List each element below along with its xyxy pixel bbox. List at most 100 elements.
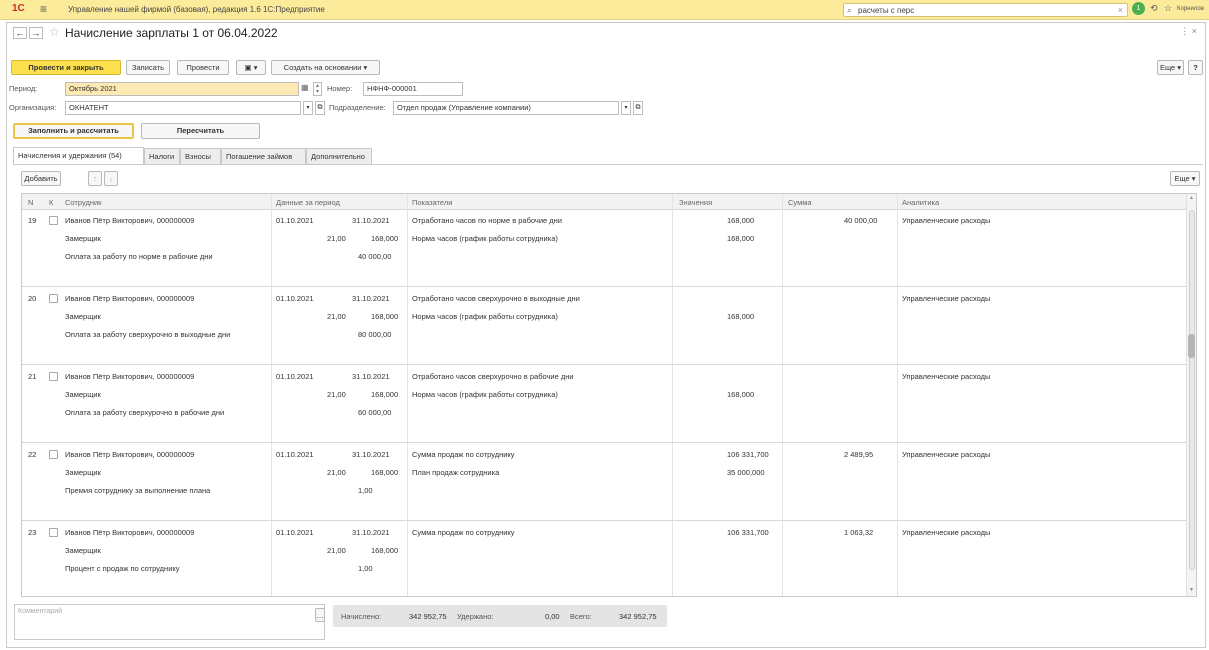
row-accrual-type[interactable]: Оплата за работу по норме в рабочие дни: [65, 252, 213, 261]
add-row-button[interactable]: Добавить: [21, 171, 61, 186]
department-dropdown-icon[interactable]: ▾: [621, 101, 631, 115]
recalculate-button[interactable]: Пересчитать: [141, 123, 260, 139]
row-result[interactable]: 80 000,00: [358, 330, 391, 339]
more-button[interactable]: Еще ▾: [1157, 60, 1184, 75]
tab-accruals[interactable]: Начисления и удержания (54): [13, 147, 144, 164]
header-period-data[interactable]: Данные за период: [276, 198, 340, 207]
table-row[interactable]: 20 Иванов Пётр Викторович, 000000009 Замер…: [22, 288, 1196, 365]
row-result[interactable]: 1,00: [358, 486, 373, 495]
row-date-from[interactable]: 01.10.2021: [276, 372, 314, 381]
table-row[interactable]: 21 Иванов Пётр Викторович, 000000009 Замер…: [22, 366, 1196, 443]
scroll-down-icon[interactable]: ▼: [1189, 587, 1194, 593]
window-controls-icon[interactable]: ⋮ ×: [1180, 26, 1197, 37]
row-checkbox[interactable]: [49, 294, 58, 303]
scrollbar-position[interactable]: [1188, 334, 1195, 358]
row-date-from[interactable]: 01.10.2021: [276, 294, 314, 303]
row-analytics[interactable]: Управленческие расходы: [902, 372, 990, 381]
back-button[interactable]: ←: [13, 27, 27, 39]
clear-search-icon[interactable]: ×: [1118, 5, 1123, 15]
row-accrual-type[interactable]: Оплата за работу сверхурочно в рабочие д…: [65, 408, 224, 417]
header-analytics[interactable]: Аналитика: [902, 198, 939, 207]
table-more-button[interactable]: Еще ▾: [1170, 171, 1200, 186]
create-based-on-button[interactable]: Создать на основании ▾: [271, 60, 380, 75]
row-checkbox[interactable]: [49, 528, 58, 537]
help-button[interactable]: ?: [1188, 60, 1203, 75]
favorite-star-icon[interactable]: ☆: [49, 25, 60, 39]
main-menu-icon[interactable]: ≡: [40, 2, 47, 16]
comment-expand-button[interactable]: …: [315, 608, 325, 622]
period-field[interactable]: Октябрь 2021: [65, 82, 299, 96]
row-value-1[interactable]: 106 331,700: [727, 450, 769, 459]
user-name[interactable]: Корнилов: [1177, 6, 1204, 12]
period-stepper[interactable]: ▴ ▾: [313, 82, 322, 96]
row-analytics[interactable]: Управленческие расходы: [902, 294, 990, 303]
move-up-button[interactable]: ↑: [88, 171, 102, 186]
header-sum[interactable]: Сумма: [788, 198, 812, 207]
row-result[interactable]: 40 000,00: [358, 252, 391, 261]
table-row[interactable]: 22 Иванов Пётр Викторович, 000000009 Замер…: [22, 444, 1196, 521]
row-employee[interactable]: Иванов Пётр Викторович, 000000009: [65, 528, 194, 537]
post-and-close-button[interactable]: Провести и закрыть: [11, 60, 121, 75]
row-accrual-type[interactable]: Оплата за работу сверхурочно в выходные …: [65, 330, 230, 339]
row-checkbox[interactable]: [49, 450, 58, 459]
department-field[interactable]: Отдел продаж (Управление компании): [393, 101, 619, 115]
fill-and-calculate-button[interactable]: Заполнить и рассчитать: [13, 123, 134, 139]
organization-field[interactable]: ОКНАТЕНТ: [65, 101, 301, 115]
department-open-icon[interactable]: ⧉: [633, 101, 643, 115]
row-date-to[interactable]: 31.10.2021: [352, 450, 390, 459]
row-date-from[interactable]: 01.10.2021: [276, 450, 314, 459]
header-employee[interactable]: Сотрудник: [65, 198, 101, 207]
row-employee[interactable]: Иванов Пётр Викторович, 000000009: [65, 372, 194, 381]
move-down-button[interactable]: ↓: [104, 171, 118, 186]
row-employee[interactable]: Иванов Пётр Викторович, 000000009: [65, 450, 194, 459]
scroll-up-icon[interactable]: ▲: [1189, 195, 1194, 201]
row-checkbox[interactable]: [49, 216, 58, 225]
organization-open-icon[interactable]: ⧉: [315, 101, 325, 115]
history-icon[interactable]: ⟲: [1150, 3, 1158, 14]
header-indicators[interactable]: Показатели: [412, 198, 452, 207]
number-field[interactable]: НФНФ-000001: [363, 82, 463, 96]
row-sum[interactable]: 40 000,00: [844, 216, 877, 225]
row-date-from[interactable]: 01.10.2021: [276, 528, 314, 537]
header-n[interactable]: N: [28, 198, 33, 207]
row-value-2[interactable]: 35 000,000: [727, 468, 765, 477]
calendar-icon[interactable]: ▦: [301, 83, 311, 95]
print-menu-button[interactable]: ▣ ▾: [236, 60, 266, 75]
row-sum[interactable]: 1 063,32: [844, 528, 873, 537]
tab-loan-repayment[interactable]: Погашение займов: [221, 148, 306, 164]
row-analytics[interactable]: Управленческие расходы: [902, 450, 990, 459]
row-sum[interactable]: 2 489,95: [844, 450, 873, 459]
table-row[interactable]: 19 Иванов Пётр Викторович, 000000009 Замер…: [22, 210, 1196, 287]
row-value-1[interactable]: 168,000: [727, 216, 754, 225]
post-button[interactable]: Провести: [177, 60, 229, 75]
row-date-to[interactable]: 31.10.2021: [352, 528, 390, 537]
table-scrollbar[interactable]: ▲ ▼: [1186, 194, 1196, 596]
save-button[interactable]: Записать: [126, 60, 170, 75]
row-date-from[interactable]: 01.10.2021: [276, 216, 314, 225]
organization-dropdown-icon[interactable]: ▾: [303, 101, 313, 115]
row-accrual-type[interactable]: Процент с продаж по сотруднику: [65, 564, 180, 573]
search-input[interactable]: ⌕ расчеты с перс ×: [843, 3, 1128, 17]
tab-taxes[interactable]: Налоги: [144, 148, 180, 164]
tab-contributions[interactable]: Взносы: [180, 148, 221, 164]
row-date-to[interactable]: 31.10.2021: [352, 294, 390, 303]
row-date-to[interactable]: 31.10.2021: [352, 216, 390, 225]
row-date-to[interactable]: 31.10.2021: [352, 372, 390, 381]
row-value-2[interactable]: 168,000: [727, 234, 754, 243]
row-analytics[interactable]: Управленческие расходы: [902, 528, 990, 537]
favorites-icon[interactable]: ☆: [1164, 3, 1172, 14]
header-k[interactable]: К: [49, 198, 53, 207]
row-value-2[interactable]: 168,000: [727, 390, 754, 399]
scrollbar-thumb[interactable]: [1189, 210, 1195, 570]
row-employee[interactable]: Иванов Пётр Викторович, 000000009: [65, 294, 194, 303]
row-employee[interactable]: Иванов Пётр Викторович, 000000009: [65, 216, 194, 225]
notifications-icon[interactable]: 1: [1132, 2, 1145, 15]
row-analytics[interactable]: Управленческие расходы: [902, 216, 990, 225]
tab-additional[interactable]: Дополнительно: [306, 148, 372, 164]
header-values[interactable]: Значения: [679, 198, 712, 207]
forward-button[interactable]: →: [29, 27, 43, 39]
comment-field[interactable]: Комментарий: [14, 604, 325, 640]
row-accrual-type[interactable]: Премия сотруднику за выполнение плана: [65, 486, 210, 495]
row-checkbox[interactable]: [49, 372, 58, 381]
row-value-1[interactable]: 106 331,700: [727, 528, 769, 537]
